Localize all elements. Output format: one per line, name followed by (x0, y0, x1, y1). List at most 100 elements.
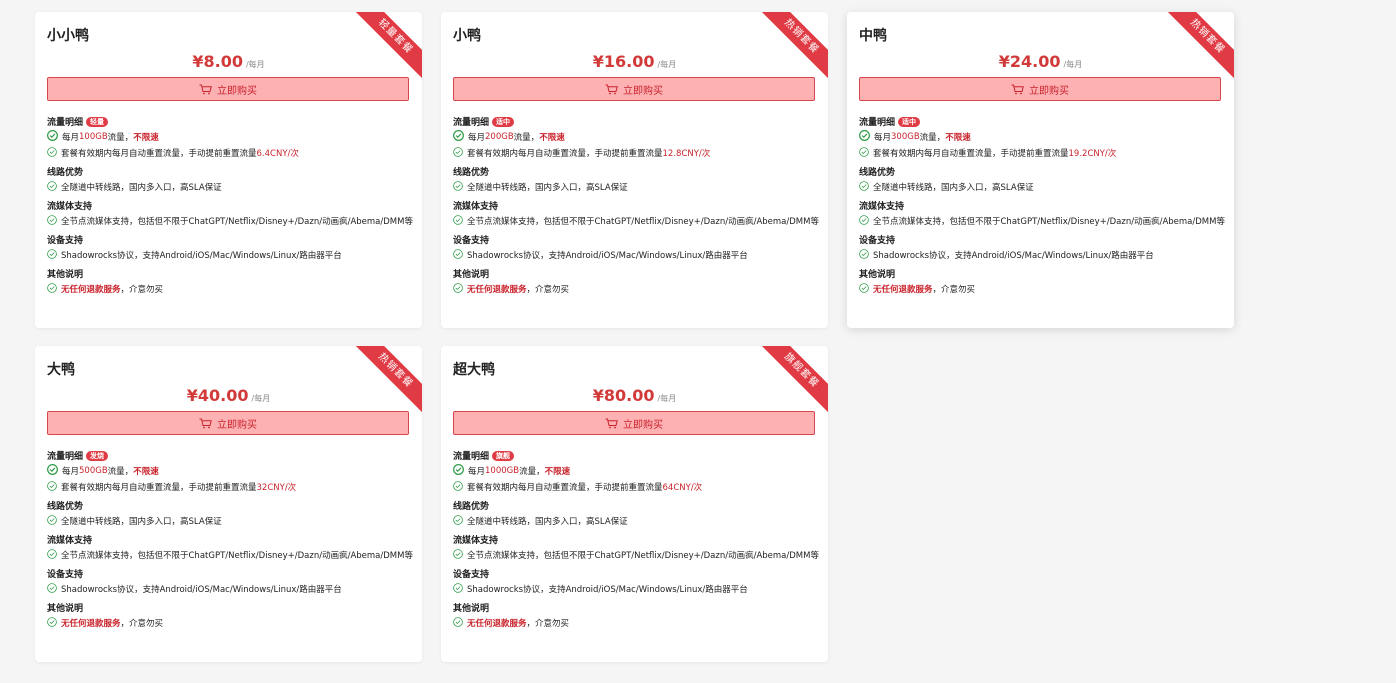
reset-item: 套餐有效期内每月自动重置流量，手动提前重置流量 19.2CNY/次 (859, 146, 1226, 160)
buy-now-label: 立即购买 (217, 85, 257, 97)
traffic-suffix: 流量， (107, 467, 134, 477)
traffic-title: 流量明细 (47, 118, 84, 128)
feature-list: 流量明细 轻量 每月 100GB 流量， 不限速 套餐有效期内每月自动重置流量，手动… (47, 115, 414, 296)
media-section-title: 流媒体支持 (453, 202, 499, 212)
plan-card: 旗舰套餐 超大鸭 ¥80.00/每月 立即购买 流量明细 旗舰 每月 1000GB… (441, 346, 828, 662)
check-circle-icon (47, 548, 57, 562)
traffic-prefix: 每月 (468, 133, 486, 143)
buy-now-button[interactable]: 立即购买 (453, 411, 815, 435)
reset-item: 套餐有效期内每月自动重置流量，手动提前重置流量 64CNY/次 (453, 480, 820, 494)
check-circle-icon (453, 582, 463, 596)
reset-price: 12.8CNY/次 (662, 149, 711, 159)
check-circle-icon (453, 548, 463, 562)
buy-now-label: 立即购买 (623, 419, 663, 431)
check-circle-icon (47, 146, 57, 160)
traffic-speed: 不限速 (945, 133, 971, 143)
traffic-suffix: 流量， (919, 133, 946, 143)
other-section-title: 其他说明 (47, 604, 84, 614)
buy-now-button[interactable]: 立即购买 (453, 77, 815, 101)
traffic-section-title: 流量明细 轻量 (47, 115, 414, 128)
check-circle-icon (47, 248, 57, 262)
shopping-cart-icon (199, 418, 212, 428)
route-text: 全隧道中转线路，国内多入口，高SLA保证 (873, 183, 1034, 193)
other-item: 无任何退款服务 ，介意勿买 (859, 282, 1226, 296)
price-unit: /每月 (251, 394, 271, 403)
plan-name: 超大鸭 (453, 362, 495, 378)
feature-list: 流量明细 适中 每月 300GB 流量， 不限速 套餐有效期内每月自动重置流量，手动… (859, 115, 1226, 296)
other-rest-text: ，介意勿买 (526, 619, 570, 629)
device-item: Shadowrocks协议，支持Android/iOS/Mac/Windows/… (453, 582, 820, 596)
other-item: 无任何退款服务 ，介意勿买 (453, 616, 820, 630)
check-circle-icon (453, 514, 463, 528)
price-unit: /每月 (245, 60, 265, 69)
no-refund-text: 无任何退款服务 (467, 285, 527, 295)
traffic-amount: 300GB (891, 132, 920, 142)
feature-list: 流量明细 旗舰 每月 1000GB 流量， 不限速 套餐有效期内每月自动重置流量，手… (453, 449, 820, 630)
price-row: ¥8.00/每月 (35, 52, 422, 71)
check-circle-icon (859, 180, 869, 194)
reset-text: 套餐有效期内每月自动重置流量，手动提前重置流量 (467, 149, 663, 159)
shopping-cart-icon (1011, 84, 1024, 94)
tier-badge: 轻量 (86, 116, 109, 127)
plan-name: 小小鸭 (47, 28, 89, 44)
traffic-section-title: 流量明细 旗舰 (453, 449, 820, 462)
media-section-title: 流媒体支持 (859, 202, 905, 212)
plan-price: ¥8.00 (192, 52, 243, 71)
traffic-item: 每月 300GB 流量， 不限速 (859, 130, 1226, 144)
media-item: 全节点流媒体支持，包括但不限于ChatGPT/Netflix/Disney+/D… (859, 214, 1226, 228)
route-text: 全隧道中转线路，国内多入口，高SLA保证 (467, 183, 628, 193)
media-text: 全节点流媒体支持，包括但不限于ChatGPT/Netflix/Disney+/D… (467, 217, 819, 227)
reset-text: 套餐有效期内每月自动重置流量，手动提前重置流量 (61, 149, 257, 159)
check-circle-icon (47, 582, 57, 596)
buy-now-button[interactable]: 立即购买 (47, 77, 409, 101)
buy-now-button[interactable]: 立即购买 (47, 411, 409, 435)
traffic-title: 流量明细 (47, 452, 84, 462)
traffic-prefix: 每月 (874, 133, 892, 143)
plan-price: ¥16.00 (592, 52, 655, 71)
traffic-speed: 不限速 (539, 133, 565, 143)
no-refund-text: 无任何退款服务 (61, 285, 121, 295)
check-circle-icon (859, 214, 869, 228)
traffic-suffix: 流量， (107, 133, 134, 143)
plan-card: 热销套餐 中鸭 ¥24.00/每月 立即购买 流量明细 适中 每月 300GB 流… (847, 12, 1234, 328)
check-circle-icon (453, 464, 464, 478)
shopping-cart-icon (605, 418, 618, 428)
traffic-item: 每月 1000GB 流量， 不限速 (453, 464, 820, 478)
other-section-title: 其他说明 (453, 270, 490, 280)
other-section-title: 其他说明 (859, 270, 896, 280)
check-circle-icon (47, 180, 57, 194)
other-section-title: 其他说明 (47, 270, 84, 280)
price-row: ¥16.00/每月 (441, 52, 828, 71)
other-rest-text: ，介意勿买 (932, 285, 976, 295)
route-text: 全隧道中转线路，国内多入口，高SLA保证 (61, 183, 222, 193)
check-circle-icon (859, 282, 869, 296)
price-row: ¥80.00/每月 (441, 386, 828, 405)
traffic-amount: 1000GB (485, 466, 520, 476)
check-circle-icon (47, 616, 57, 630)
traffic-speed: 不限速 (133, 467, 159, 477)
tier-badge: 旗舰 (492, 450, 515, 461)
check-circle-icon (453, 214, 463, 228)
reset-item: 套餐有效期内每月自动重置流量，手动提前重置流量 6.4CNY/次 (47, 146, 414, 160)
check-circle-icon (47, 514, 57, 528)
buy-now-button[interactable]: 立即购买 (859, 77, 1221, 101)
device-section-title: 设备支持 (859, 236, 896, 246)
other-item: 无任何退款服务 ，介意勿买 (453, 282, 820, 296)
device-text: Shadowrocks协议，支持Android/iOS/Mac/Windows/… (61, 251, 342, 261)
buy-now-label: 立即购买 (1029, 85, 1069, 97)
feature-list: 流量明细 发烧 每月 500GB 流量， 不限速 套餐有效期内每月自动重置流量，手动… (47, 449, 414, 630)
media-section-title: 流媒体支持 (453, 536, 499, 546)
other-rest-text: ，介意勿买 (526, 285, 570, 295)
device-text: Shadowrocks协议，支持Android/iOS/Mac/Windows/… (467, 585, 748, 595)
route-item: 全隧道中转线路，国内多入口，高SLA保证 (453, 514, 820, 528)
plan-card: 热销套餐 小鸭 ¥16.00/每月 立即购买 流量明细 适中 每月 200GB 流… (441, 12, 828, 328)
traffic-speed: 不限速 (133, 133, 159, 143)
route-section-title: 线路优势 (453, 502, 490, 512)
traffic-item: 每月 200GB 流量， 不限速 (453, 130, 820, 144)
price-row: ¥40.00/每月 (35, 386, 422, 405)
route-text: 全隧道中转线路，国内多入口，高SLA保证 (61, 517, 222, 527)
device-text: Shadowrocks协议，支持Android/iOS/Mac/Windows/… (467, 251, 748, 261)
media-text: 全节点流媒体支持，包括但不限于ChatGPT/Netflix/Disney+/D… (467, 551, 819, 561)
route-item: 全隧道中转线路，国内多入口，高SLA保证 (47, 514, 414, 528)
check-circle-icon (47, 464, 58, 478)
